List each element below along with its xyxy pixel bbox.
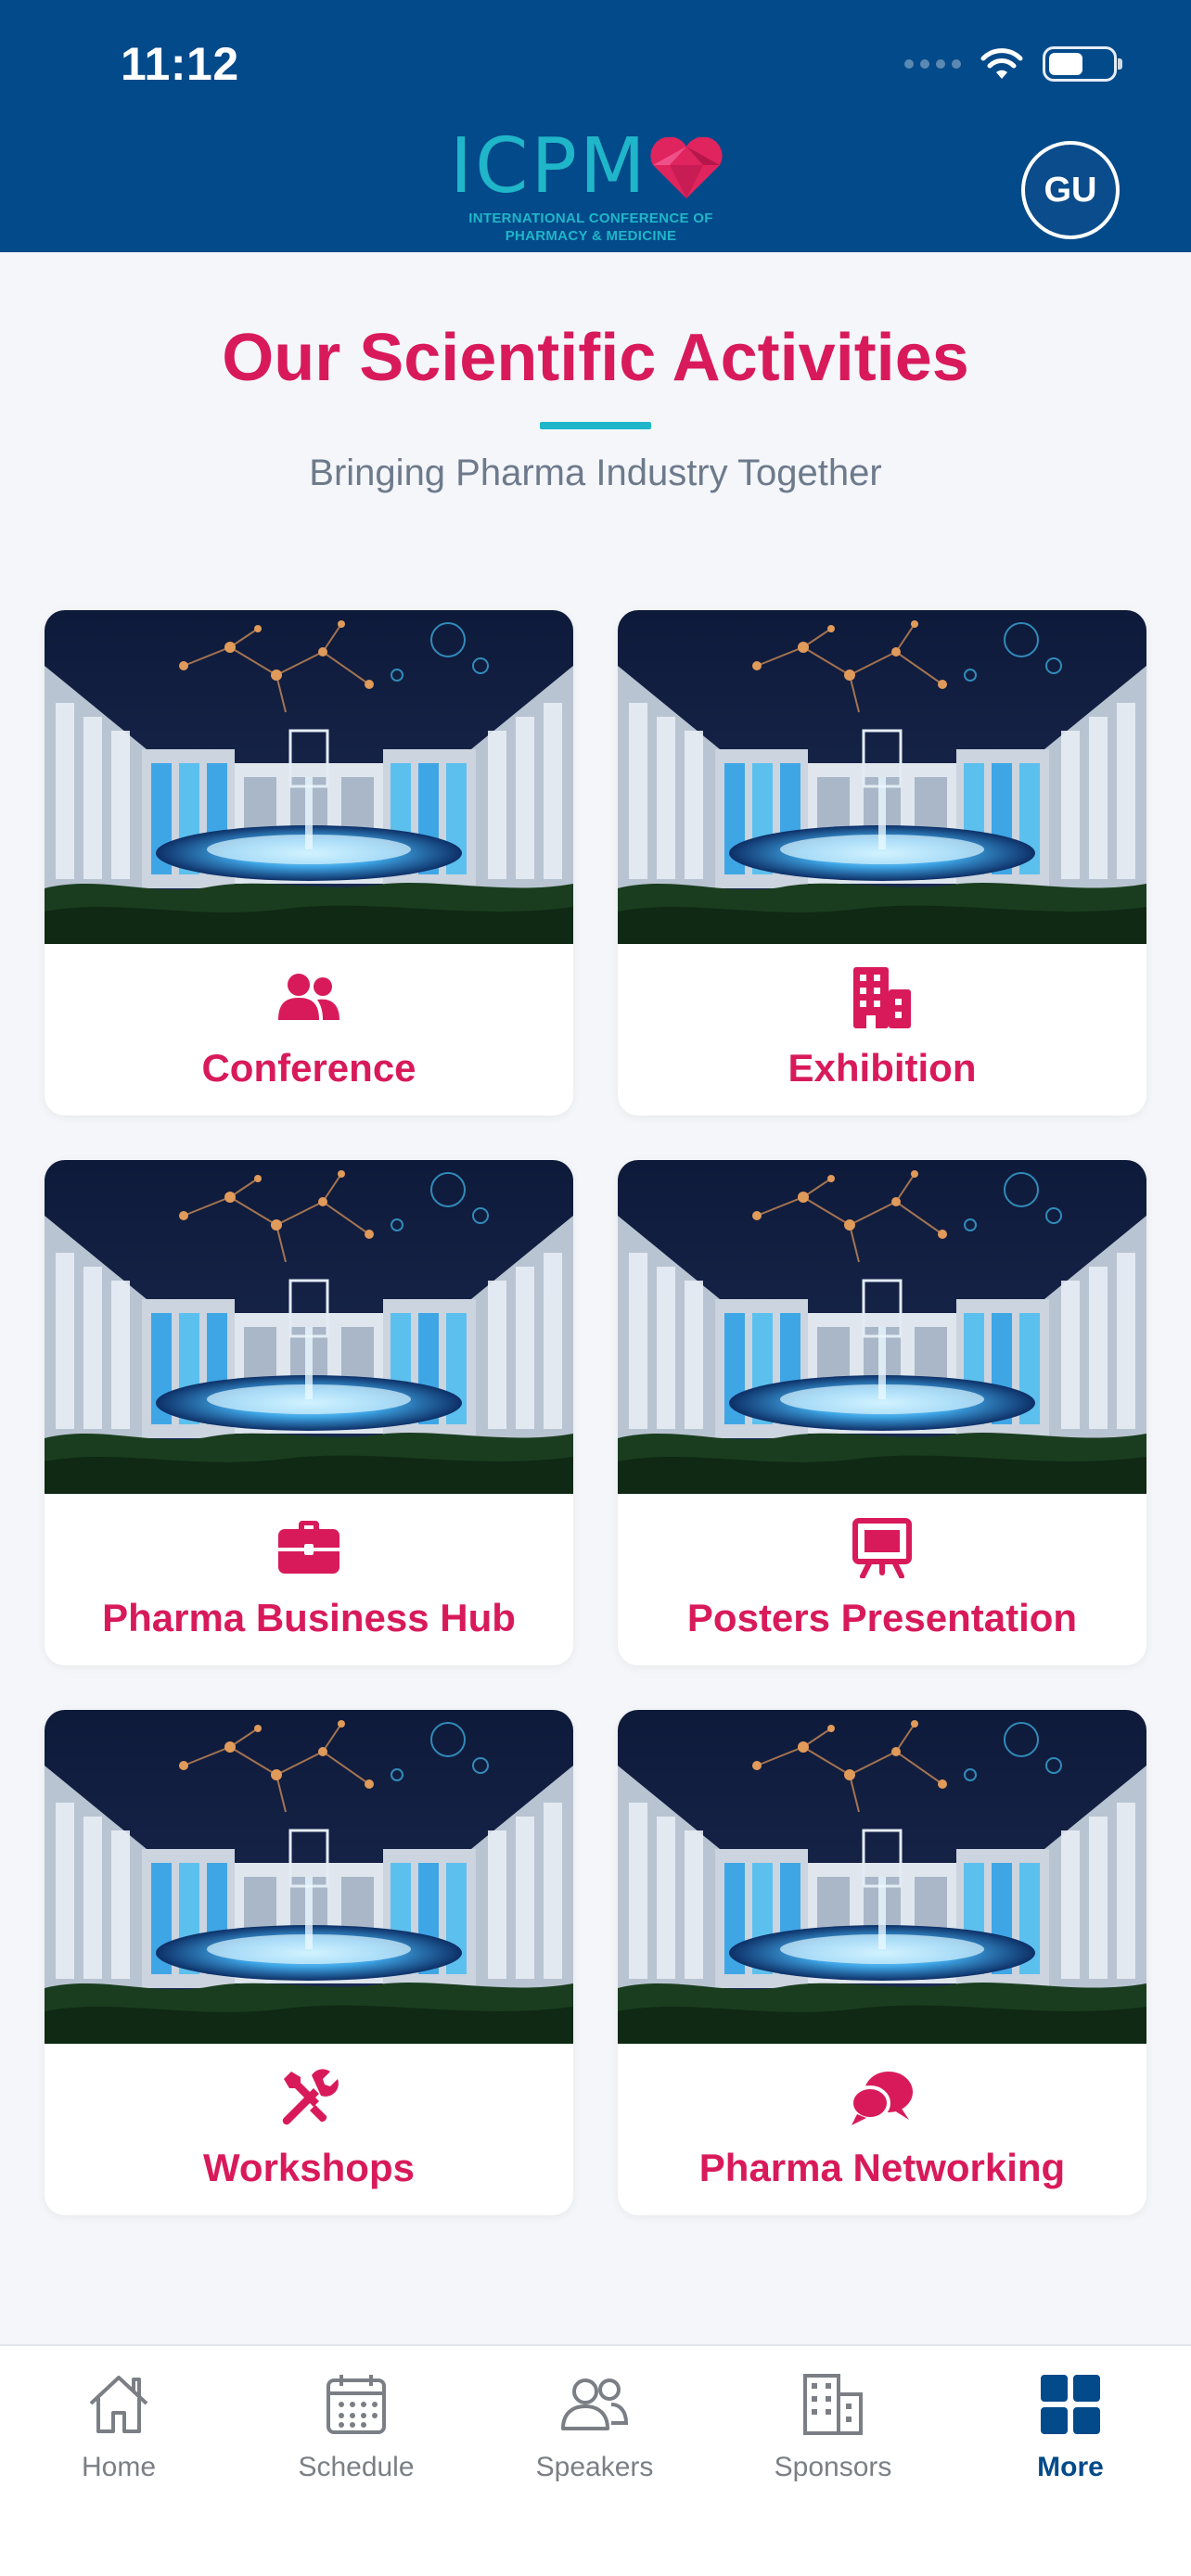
venue-photo xyxy=(618,610,1146,944)
easel-icon xyxy=(852,1518,912,1578)
app-header: 11:12 ICPM INTERNATIONAL CONFERENCE OF P… xyxy=(0,0,1191,252)
tab-home[interactable]: Home xyxy=(26,2363,211,2493)
calendar-icon xyxy=(327,2375,386,2434)
heart-logo-icon xyxy=(650,137,723,198)
tools-icon xyxy=(282,2069,339,2125)
activity-label: Pharma Networking xyxy=(698,2146,1066,2189)
users-icon xyxy=(278,974,339,1020)
logo-subtitle: INTERNATIONAL CONFERENCE OF PHARMACY & M… xyxy=(452,210,730,245)
home-icon xyxy=(89,2376,148,2433)
page-subtitle: Bringing Pharma Industry Together xyxy=(309,453,882,493)
activity-label: Exhibition xyxy=(788,1046,977,1090)
tab-speakers[interactable]: Speakers xyxy=(502,2363,687,2493)
venue-photo xyxy=(45,1710,573,2044)
logo-subtitle-line1: INTERNATIONAL CONFERENCE OF xyxy=(468,210,713,226)
activity-card-business-hub[interactable]: Pharma Business Hub xyxy=(45,1160,573,1665)
venue-photo xyxy=(618,1710,1146,2044)
icpm-logo[interactable]: ICPM INTERNATIONAL CONFERENCE OF PHARMAC… xyxy=(450,122,737,250)
activity-card-networking[interactable]: Pharma Networking xyxy=(618,1710,1146,2215)
status-time: 11:12 xyxy=(121,38,239,90)
tab-label: Schedule xyxy=(298,2452,415,2482)
tab-more[interactable]: More xyxy=(978,2363,1163,2493)
activity-label: Workshops xyxy=(203,2146,415,2189)
user-avatar[interactable]: GU xyxy=(1021,141,1120,239)
activity-card-exhibition[interactable]: Exhibition xyxy=(618,610,1146,1116)
venue-photo xyxy=(618,1160,1146,1494)
buildings-icon xyxy=(803,2374,863,2435)
activity-card-workshops[interactable]: Workshops xyxy=(45,1710,573,2215)
bottom-tab-bar: Home Schedule Speakers Sponsors More xyxy=(0,2344,1191,2576)
building-icon xyxy=(853,967,911,1028)
activity-card-conference[interactable]: Conference xyxy=(45,610,573,1116)
tab-sponsors[interactable]: Sponsors xyxy=(740,2363,926,2493)
signal-icon xyxy=(904,59,961,69)
tab-schedule[interactable]: Schedule xyxy=(263,2363,449,2493)
tab-label: More xyxy=(1037,2452,1104,2482)
people-icon xyxy=(561,2378,629,2430)
grid-icon xyxy=(1041,2375,1100,2434)
logo-subtitle-line2: PHARMACY & MEDICINE xyxy=(505,228,677,244)
battery-icon xyxy=(1043,46,1122,82)
activity-label: Pharma Business Hub xyxy=(102,1596,516,1639)
tab-label: Sponsors xyxy=(774,2452,892,2482)
activity-label: Conference xyxy=(201,1046,416,1090)
status-icons xyxy=(904,46,1122,82)
venue-photo xyxy=(45,1160,573,1494)
tab-label: Home xyxy=(81,2452,157,2482)
venue-photo xyxy=(45,610,573,944)
tab-label: Speakers xyxy=(535,2452,654,2482)
logo-text: ICPM xyxy=(450,122,648,210)
title-underline xyxy=(540,422,651,429)
chat-bubbles-icon xyxy=(850,2072,913,2125)
activity-label: Posters Presentation xyxy=(686,1596,1078,1639)
wifi-icon xyxy=(980,48,1023,79)
briefcase-icon xyxy=(278,1521,339,1574)
page-title: Our Scientific Activities xyxy=(222,321,969,395)
activity-card-posters[interactable]: Posters Presentation xyxy=(618,1160,1146,1665)
